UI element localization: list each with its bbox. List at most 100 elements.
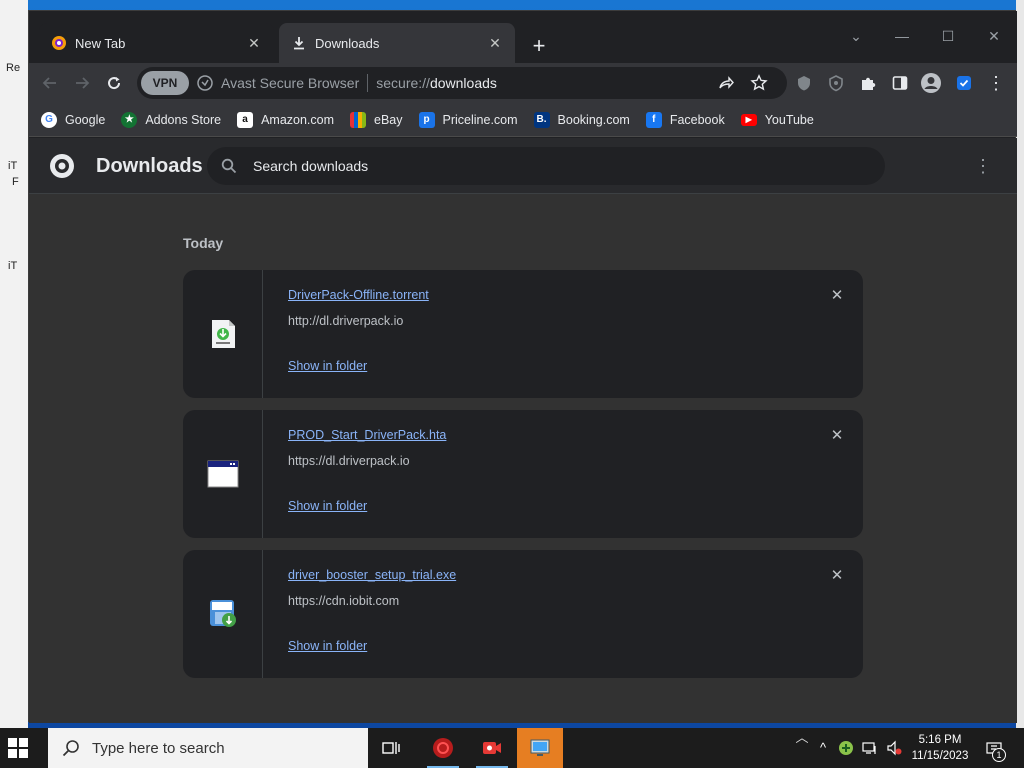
download-source-url: http://dl.driverpack.io (288, 314, 404, 328)
tab-search-chevron-icon[interactable]: ⌄ (845, 25, 867, 47)
password-manager-icon[interactable] (953, 72, 975, 94)
url-path: downloads (429, 75, 497, 91)
privacy-extension-icon[interactable] (793, 72, 815, 94)
back-arrow-icon[interactable] (39, 72, 61, 94)
show-in-folder-link[interactable]: Show in folder (288, 499, 367, 513)
taskbar-search-placeholder: Type here to search (92, 739, 225, 757)
minimize-button[interactable]: — (891, 25, 913, 47)
remove-item-close-icon[interactable]: ✕ (829, 568, 845, 584)
bookmark-label: Booking.com (557, 112, 630, 127)
bookmark-addons-store[interactable]: ★ Addons Store (121, 111, 222, 128)
desktop-text-fragment: F (12, 176, 19, 188)
torrent-file-icon (207, 318, 239, 350)
remove-item-close-icon[interactable]: ✕ (829, 428, 845, 444)
downloads-header: Downloads ⋮ (29, 138, 1017, 194)
browser-menu-icon[interactable]: ⋮ (985, 72, 1007, 94)
close-window-button[interactable]: ✕ (983, 25, 1005, 47)
file-icon-column (183, 550, 263, 678)
hta-file-icon (207, 458, 239, 490)
url-scheme: secure:// (376, 75, 430, 91)
show-hidden-icons-chevron-icon[interactable]: ^ (815, 740, 831, 756)
remove-item-close-icon[interactable]: ✕ (829, 288, 845, 304)
download-item: driver_booster_setup_trial.exe https://c… (183, 550, 863, 678)
file-icon-column (183, 270, 263, 398)
download-file-link[interactable]: PROD_Start_DriverPack.hta (288, 428, 446, 442)
show-in-folder-link[interactable]: Show in folder (288, 639, 367, 653)
desktop-text-fragment: iT (8, 260, 18, 272)
side-panel-icon[interactable] (889, 72, 911, 94)
reload-icon[interactable] (103, 72, 125, 94)
remote-desktop-icon[interactable] (517, 728, 563, 768)
close-tab-icon[interactable]: ✕ (246, 35, 262, 51)
volume-muted-icon[interactable] (886, 740, 902, 756)
omnibox-divider (367, 74, 369, 92)
amazon-icon: a (237, 111, 254, 128)
tab-label: New Tab (75, 35, 126, 51)
bookmarks-bar: G Google ★ Addons Store a Amazon.com eBa… (29, 103, 1017, 137)
priceline-icon: p (418, 111, 435, 128)
bookmark-label: Google (65, 112, 106, 127)
page-title: Downloads (96, 155, 203, 177)
maximize-button[interactable]: ☐ (937, 25, 959, 47)
tab-new-tab[interactable]: New Tab ✕ (39, 23, 274, 63)
extensions-puzzle-icon[interactable] (857, 72, 879, 94)
close-tab-icon[interactable]: ✕ (487, 35, 503, 51)
system-clock[interactable]: 5:16 PM 11/15/2023 (908, 732, 972, 764)
tab-label: Downloads (315, 35, 380, 51)
network-icon[interactable] (862, 740, 878, 756)
profile-avatar-icon[interactable] (920, 72, 942, 94)
notification-count-badge: 1 (992, 748, 1006, 762)
bookmark-priceline[interactable]: p Priceline.com (418, 111, 518, 128)
search-icon (221, 158, 237, 179)
windows-taskbar: Type here to search ︿ ^ 5:16 PM 11/15/20… (0, 728, 1024, 768)
search-downloads-box[interactable] (207, 147, 885, 185)
clock-time: 5:16 PM (918, 734, 962, 746)
address-bar[interactable]: VPN Avast Secure Browser secure:// downl… (137, 67, 787, 99)
bookmark-star-icon[interactable] (750, 74, 768, 97)
scroll-up-chevron-icon[interactable]: ︿ (794, 730, 810, 746)
google-icon: G (41, 111, 57, 128)
task-view-icon[interactable] (368, 728, 414, 768)
bookmark-amazon[interactable]: a Amazon.com (237, 111, 334, 128)
youtube-icon: ▶ (740, 113, 757, 126)
bookmark-facebook[interactable]: f Facebook (645, 111, 725, 128)
screen-recorder-icon[interactable] (469, 728, 515, 768)
download-file-link[interactable]: driver_booster_setup_trial.exe (288, 568, 456, 582)
iobit-installer-icon (207, 598, 239, 630)
download-item: PROD_Start_DriverPack.hta https://dl.dri… (183, 410, 863, 538)
share-icon[interactable] (717, 74, 735, 97)
search-icon (62, 739, 80, 757)
vpn-button[interactable]: VPN (141, 71, 189, 95)
new-tab-button[interactable]: + (527, 35, 551, 59)
tray-app-icon[interactable] (838, 740, 854, 756)
bookmark-youtube[interactable]: ▶ YouTube (740, 112, 814, 127)
bookmark-google[interactable]: G Google (41, 111, 106, 128)
browser-toolbar: VPN Avast Secure Browser secure:// downl… (29, 63, 1017, 103)
bookmark-label: Facebook (669, 112, 725, 127)
browser-name-label: Avast Secure Browser (221, 75, 360, 91)
addons-store-icon: ★ (121, 111, 138, 128)
download-file-link[interactable]: DriverPack-Offline.torrent (288, 288, 429, 302)
more-actions-icon[interactable]: ⋮ (973, 156, 993, 176)
bookmark-label: Priceline.com (442, 112, 518, 127)
bookmark-ebay[interactable]: eBay (350, 111, 403, 128)
bookmark-label: eBay (374, 112, 403, 127)
shield-icon[interactable] (197, 75, 213, 91)
clock-date: 11/15/2023 (911, 750, 969, 762)
file-icon-column (183, 410, 263, 538)
show-in-folder-link[interactable]: Show in folder (288, 359, 367, 373)
security-extension-icon[interactable] (825, 72, 847, 94)
avast-browser-taskbar-icon[interactable] (420, 728, 466, 768)
windows-start-icon[interactable] (8, 738, 28, 758)
search-input[interactable] (253, 147, 853, 185)
tab-downloads[interactable]: Downloads ✕ (279, 23, 515, 63)
desktop-window-edge: Re iT F iT (0, 0, 28, 728)
browser-window: New Tab ✕ Downloads ✕ + ⌄ — ☐ ✕ VPN Avas… (28, 10, 1017, 723)
facebook-icon: f (645, 111, 662, 128)
download-icon (291, 35, 307, 51)
taskbar-search-box[interactable]: Type here to search (48, 728, 368, 768)
bookmark-label: YouTube (764, 112, 814, 127)
forward-arrow-icon[interactable] (71, 72, 93, 94)
bookmark-label: Addons Store (145, 112, 222, 127)
bookmark-booking[interactable]: B. Booking.com (533, 111, 630, 128)
